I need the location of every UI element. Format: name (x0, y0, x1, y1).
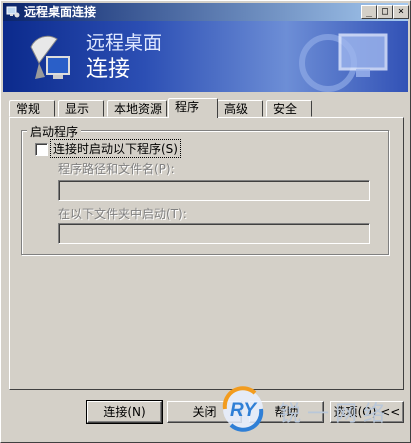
program-path-label: 程序路径和文件名(P): (58, 162, 175, 176)
tab-security[interactable]: 安全 (266, 100, 312, 117)
watermark-logo-text: RY (230, 400, 258, 421)
start-program-checkbox-label[interactable]: 连接时启动以下程序(S) (50, 139, 181, 158)
window-title: 远程桌面连接 (24, 5, 97, 19)
banner-line2: 连接 (86, 57, 131, 82)
tab-display[interactable]: 显示 (58, 100, 104, 117)
start-folder-field[interactable] (58, 223, 370, 244)
close-window-button[interactable]: × (393, 5, 409, 19)
maximize-button[interactable]: □ (377, 5, 393, 19)
remote-desktop-window: 远程桌面连接 _ □ × 远程桌面 连接 常规 显示 本地资源 程序 高级 安全… (0, 0, 411, 443)
minimize-button[interactable]: _ (361, 5, 377, 19)
program-path-field[interactable] (58, 180, 370, 201)
group-title: 启动程序 (27, 123, 82, 140)
tab-local-resources[interactable]: 本地资源 (107, 100, 167, 117)
connect-button[interactable]: 连接(N) (86, 400, 163, 424)
title-bar[interactable]: 远程桌面连接 _ □ × (3, 3, 409, 21)
banner: 远程桌面 连接 (3, 21, 408, 92)
watermark-logo: RY (222, 386, 264, 432)
watermark-text: 锐一网络 (279, 402, 392, 427)
banner-decoration-icon (299, 33, 388, 92)
remote-desktop-logo-icon (30, 35, 70, 79)
remote-desktop-icon (6, 6, 20, 18)
start-folder-label: 在以下文件夹中启动(T): (58, 207, 187, 221)
tab-general[interactable]: 常规 (9, 100, 55, 117)
start-program-checkbox[interactable] (35, 143, 48, 156)
tab-advanced[interactable]: 高级 (217, 100, 263, 117)
tab-programs[interactable]: 程序 (168, 98, 218, 118)
